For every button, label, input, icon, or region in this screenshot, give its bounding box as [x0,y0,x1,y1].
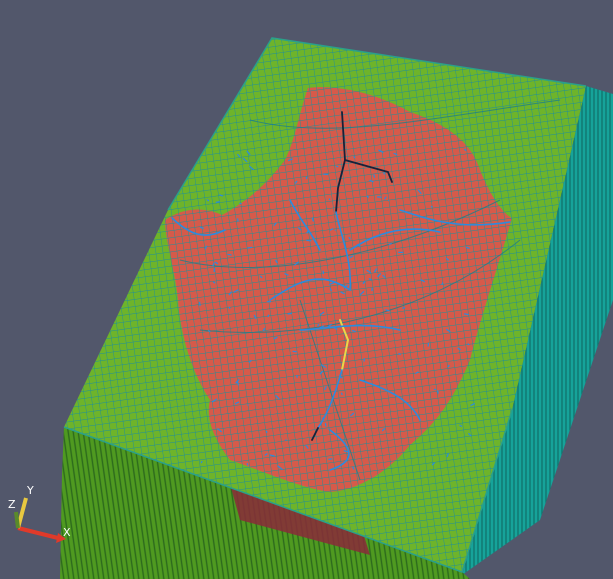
tributary-segment [340,392,343,396]
render-viewport[interactable]: X Y Z [0,0,613,579]
tributary-segment [228,306,231,310]
z-axis-label: Z [8,498,16,511]
tributary-segment [246,463,249,466]
mesh-scene[interactable] [0,0,613,579]
tributary-segment [215,201,220,203]
tributary-segment [324,423,327,427]
tributary-segment [351,330,356,333]
y-axis-label: Y [26,484,34,497]
tributary-segment [433,388,436,391]
tributary-segment [247,404,249,406]
orientation-axes: X Y Z [8,484,71,543]
z-axis-line [14,511,20,529]
x-axis-label: X [63,526,71,539]
tributary-segment [430,205,433,208]
tributary-segment [328,458,333,461]
tributary-segment [267,314,270,318]
tributary-segment [227,253,232,256]
tributary-segment [247,246,253,249]
x-axis-line [17,526,59,540]
tributary-segment [436,390,439,394]
tributary-segment [287,312,292,315]
tributary-segment [285,439,287,441]
tributary-segment [296,375,298,378]
